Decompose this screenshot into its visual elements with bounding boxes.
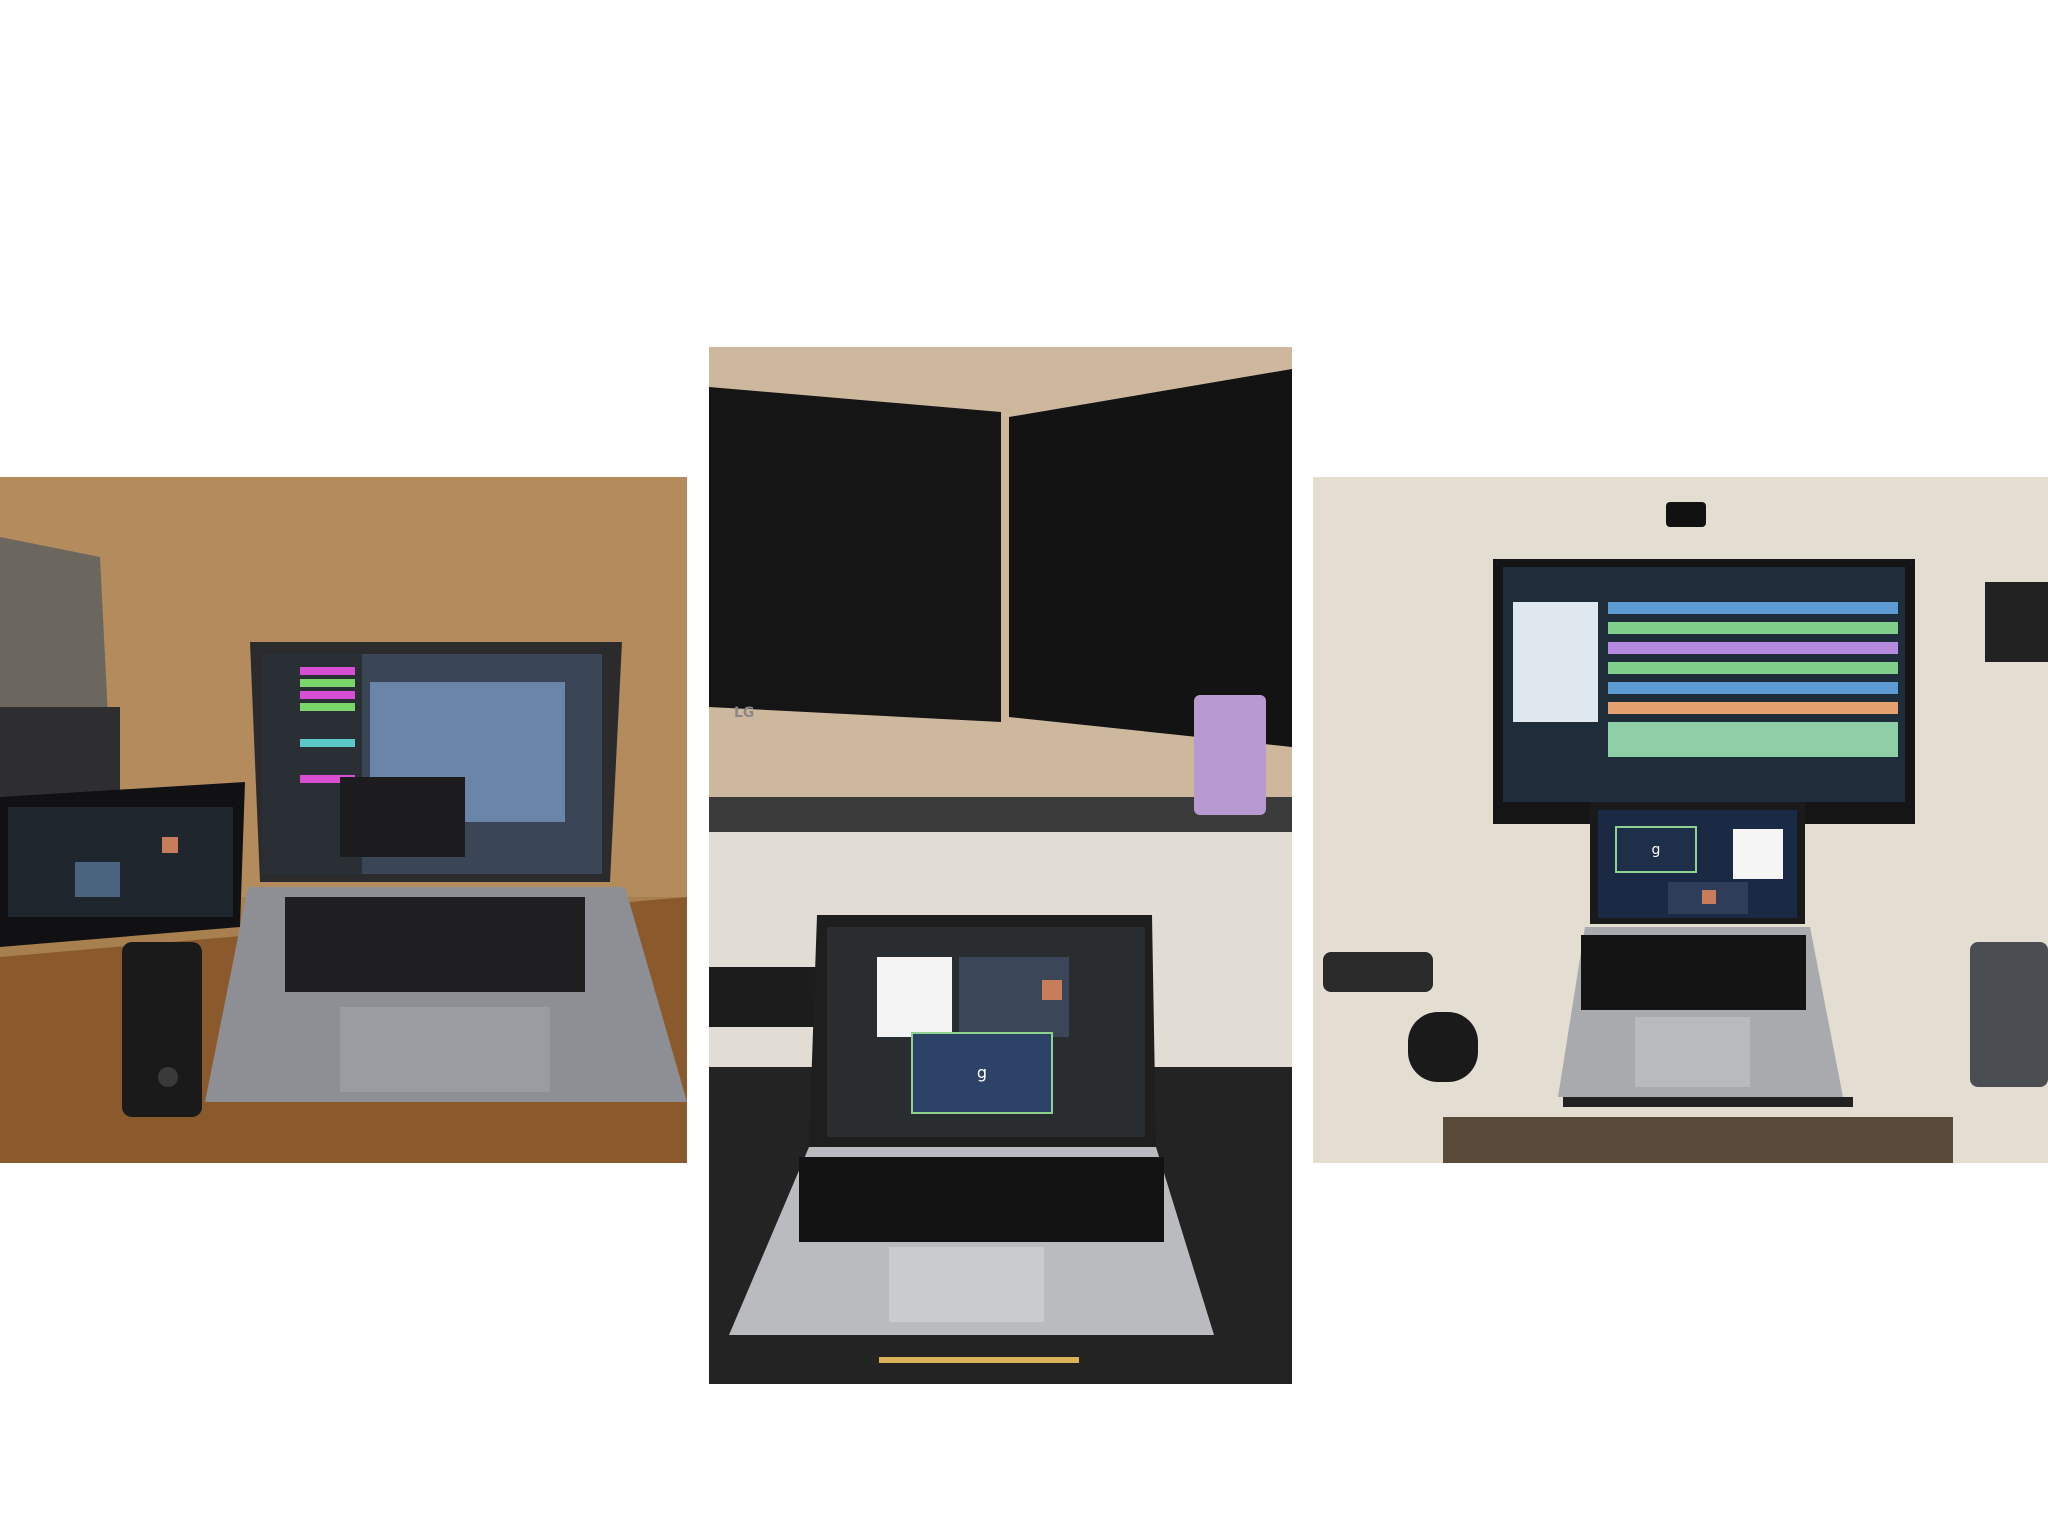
photo-right-tv-laptop-setup: g bbox=[1313, 477, 2048, 1163]
laptop-trackpad bbox=[1635, 1017, 1750, 1087]
pen bbox=[879, 1357, 1079, 1363]
video-tile-shared bbox=[877, 957, 952, 1037]
daw-track bbox=[300, 703, 355, 711]
webcam bbox=[1666, 502, 1706, 527]
microphone-stand bbox=[1408, 1012, 1478, 1082]
photo-middle-dual-monitor-setup: LG g bbox=[709, 347, 1292, 1384]
daw-track bbox=[1608, 702, 1898, 714]
daw-track bbox=[1608, 622, 1898, 634]
usb-microphone bbox=[122, 942, 202, 1117]
video-tile bbox=[75, 862, 120, 897]
tv-panel bbox=[1513, 602, 1598, 722]
daw-track bbox=[1608, 722, 1898, 757]
photo-middle-scene: LG g bbox=[709, 347, 1292, 1384]
video-tile-letter: g bbox=[977, 1063, 987, 1082]
photo-right-scene: g bbox=[1313, 477, 2048, 1163]
monitor-left bbox=[709, 387, 1001, 722]
desk-mat bbox=[1563, 1097, 1853, 1107]
microphone-knob bbox=[158, 1067, 178, 1087]
video-tile-letter: g bbox=[1652, 842, 1661, 858]
laptop-keyboard bbox=[799, 1157, 1164, 1242]
daw-track bbox=[1608, 642, 1898, 654]
daw-track bbox=[1608, 602, 1898, 614]
laptop-keyboard bbox=[285, 897, 585, 992]
avatar bbox=[162, 837, 178, 853]
laptop-trackpad bbox=[340, 1007, 550, 1092]
daw-track bbox=[300, 691, 355, 699]
daw-track bbox=[1608, 662, 1898, 674]
daw-track bbox=[300, 679, 355, 687]
laptop-trackpad bbox=[889, 1247, 1044, 1322]
tablet-screen bbox=[8, 807, 233, 917]
terminal-window bbox=[340, 777, 465, 857]
audio-interface bbox=[1970, 942, 2048, 1087]
laptop-keyboard bbox=[1581, 935, 1806, 1010]
keyboard-background bbox=[709, 967, 819, 1027]
wall-speaker bbox=[1985, 582, 2048, 662]
daw-track bbox=[300, 667, 355, 675]
colored-keyboard bbox=[1443, 1117, 1953, 1163]
background-monitor bbox=[0, 707, 120, 797]
avatar bbox=[1702, 890, 1716, 904]
daw-track bbox=[300, 739, 355, 747]
photo-left-laptop-setup bbox=[0, 477, 687, 1163]
figurine bbox=[1194, 695, 1266, 815]
avatar bbox=[1042, 980, 1062, 1000]
daw-track bbox=[1608, 682, 1898, 694]
speaker bbox=[1323, 952, 1433, 992]
video-tile-shared bbox=[1733, 829, 1783, 879]
photo-left-scene bbox=[0, 477, 687, 1163]
monitor-right bbox=[1009, 369, 1292, 747]
monitor-brand-logo: LG bbox=[734, 705, 754, 721]
